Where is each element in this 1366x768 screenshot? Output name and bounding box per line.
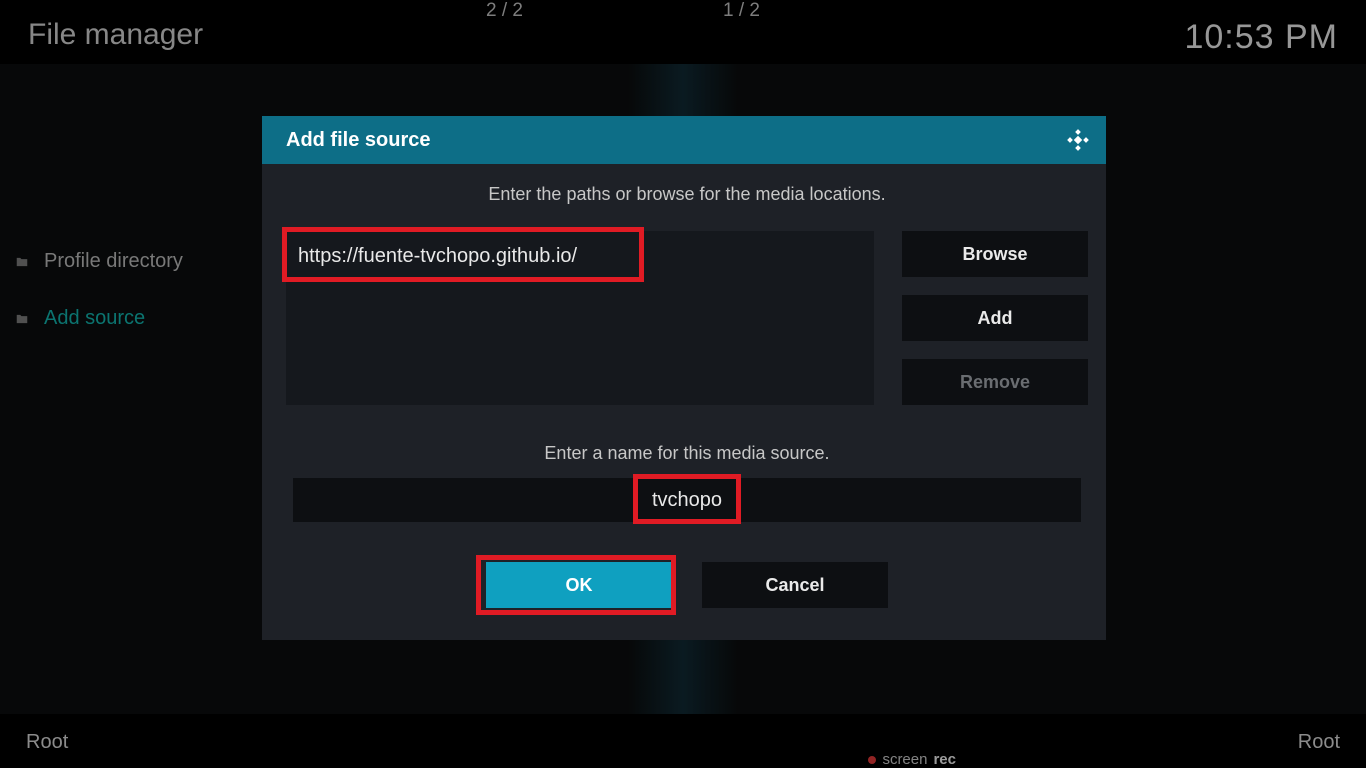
source-name-input[interactable]: tvchopo [293,478,1081,522]
sidebar-item-profile-directory[interactable]: Profile directory [14,246,244,303]
screenrec-suffix: rec [933,751,956,768]
source-list: Profile directory Add source [14,246,244,360]
breadcrumb-left: Root [26,731,68,754]
dialog-title: Add file source [286,129,430,152]
folder-icon [14,312,30,326]
sidebar-item-label: Profile directory [44,250,183,273]
sidebar-item-label: Add source [44,307,145,330]
paths-hint: Enter the paths or browse for the media … [286,184,1088,205]
cancel-button[interactable]: Cancel [702,562,888,608]
remove-button: Remove [902,359,1088,405]
add-button[interactable]: Add [902,295,1088,341]
clock: 10:53 PM [1184,18,1338,57]
breadcrumb-right: Root [1298,731,1340,754]
source-name-value: tvchopo [652,489,722,512]
browse-button[interactable]: Browse [902,231,1088,277]
add-file-source-dialog: Add file source Enter the paths or brows… [262,116,1106,640]
path-value: https://fuente-tvchopo.github.io/ [298,245,577,268]
counter-right: 1 / 2 [723,0,760,22]
screenrec-brand: screen [882,751,927,768]
ok-button[interactable]: OK [486,562,672,608]
path-input[interactable]: https://fuente-tvchopo.github.io/ [286,231,874,281]
sidebar-item-add-source[interactable]: Add source [14,303,244,360]
dialog-header: Add file source [262,116,1106,164]
kodi-logo-icon [1066,128,1090,152]
name-hint: Enter a name for this media source. [286,443,1088,464]
page-title: File manager [28,18,203,52]
counter-left: 2 / 2 [486,0,523,22]
record-dot-icon [868,756,876,764]
path-list[interactable]: https://fuente-tvchopo.github.io/ [286,231,874,405]
folder-icon [14,255,30,269]
screenrec-watermark: screen rec [868,751,956,768]
